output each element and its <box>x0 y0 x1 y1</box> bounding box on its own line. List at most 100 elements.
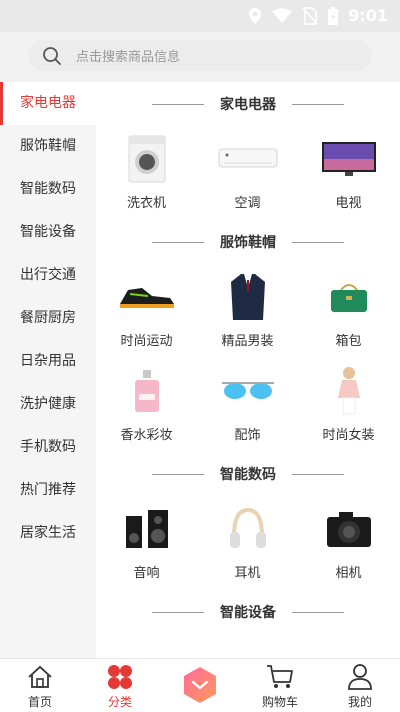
product-label: 箱包 <box>335 334 362 349</box>
product-item[interactable]: 配饰 <box>197 358 298 452</box>
product-label: 时尚女装 <box>322 428 375 443</box>
home-icon <box>28 665 52 688</box>
section-title: 智能设备 <box>96 590 400 634</box>
cart-icon <box>267 665 293 688</box>
product-item[interactable]: 箱包 <box>298 264 399 358</box>
nav-home[interactable]: 首页 <box>10 659 70 712</box>
product-item[interactable]: 洗衣机 <box>96 126 197 220</box>
no-sim-icon <box>302 6 318 25</box>
clock: 9:01 <box>348 6 388 25</box>
perfume-icon <box>134 370 159 412</box>
product-label: 音响 <box>133 566 160 581</box>
section-title-text: 智能设备 <box>220 605 276 621</box>
product-item[interactable]: 空调 <box>197 126 298 220</box>
sidebar-item-appliances[interactable]: 家电电器 <box>0 82 96 125</box>
product-label: 时尚运动 <box>120 334 173 349</box>
center-chevron-icon <box>184 667 216 703</box>
section-title-text: 智能数码 <box>220 467 276 483</box>
sidebar-item-label: 日杂用品 <box>20 353 76 369</box>
battery-charging-icon <box>328 6 339 25</box>
sidebar-item-clothing[interactable]: 服饰鞋帽 <box>0 125 96 168</box>
section-title-text: 家电电器 <box>220 97 276 113</box>
suit-icon <box>230 274 265 320</box>
product-grid: 音响 耳机 相机 <box>96 496 400 590</box>
sidebar-item-hot[interactable]: 热门推荐 <box>0 469 96 512</box>
product-item[interactable]: 电视 <box>298 126 399 220</box>
divider <box>152 241 204 243</box>
product-item[interactable]: 精品男装 <box>197 264 298 358</box>
sidebar-item-label: 智能设备 <box>20 224 76 240</box>
bottom-nav: 首页 分类 购物车 我的 <box>0 658 400 712</box>
nav-category[interactable]: 分类 <box>90 659 150 712</box>
sidebar-item-label: 热门推荐 <box>20 482 76 498</box>
washing-machine-icon <box>128 135 165 183</box>
wifi-icon <box>272 7 293 23</box>
nav-label: 购物车 <box>261 695 298 709</box>
divider <box>152 611 204 613</box>
divider <box>152 103 204 105</box>
section-title: 智能数码 <box>96 452 400 496</box>
product-label: 配饰 <box>234 428 261 443</box>
search-icon <box>43 46 61 65</box>
nav-label: 我的 <box>347 695 372 709</box>
camera-icon <box>326 512 371 547</box>
sidebar-item-daily-goods[interactable]: 日杂用品 <box>0 340 96 383</box>
status-bar: 9:01 <box>0 0 400 32</box>
category-sidebar: 家电电器 服饰鞋帽 智能数码 智能设备 出行交通 餐厨厨房 日杂用品 洗护健康 … <box>0 82 96 658</box>
divider <box>152 473 204 475</box>
divider <box>292 241 344 243</box>
sidebar-item-label: 服饰鞋帽 <box>20 138 76 154</box>
product-item[interactable]: 时尚运动 <box>96 264 197 358</box>
headphones-icon <box>229 507 266 548</box>
air-conditioner-icon <box>218 148 277 168</box>
nav-cart[interactable]: 购物车 <box>250 659 310 712</box>
sidebar-item-home-living[interactable]: 居家生活 <box>0 512 96 555</box>
sunglasses-icon <box>221 382 274 399</box>
product-item[interactable]: 音响 <box>96 496 197 590</box>
sidebar-item-health[interactable]: 洗护健康 <box>0 383 96 426</box>
product-item[interactable]: 时尚女装 <box>298 358 399 452</box>
product-label: 耳机 <box>234 566 261 581</box>
divider <box>292 611 344 613</box>
nav-label: 分类 <box>107 695 132 709</box>
product-label: 相机 <box>335 566 362 581</box>
product-item[interactable]: 相机 <box>298 496 399 590</box>
product-label: 洗衣机 <box>126 196 166 211</box>
speaker-icon <box>125 510 168 548</box>
sneaker-icon <box>119 288 174 308</box>
sidebar-item-label: 出行交通 <box>20 267 76 283</box>
sidebar-item-label: 洗护健康 <box>20 396 76 412</box>
divider <box>292 473 344 475</box>
product-item[interactable]: 耳机 <box>197 496 298 590</box>
search-placeholder[interactable]: 点击搜索商品信息 <box>76 46 180 65</box>
sidebar-item-smart-devices[interactable]: 智能设备 <box>0 211 96 254</box>
product-label: 香水彩妆 <box>120 428 173 443</box>
product-grid: 时尚运动 精品男装 箱包 香水彩妆 配饰 时尚女装 <box>96 264 400 452</box>
sidebar-item-label: 手机数码 <box>20 439 76 455</box>
search-bar[interactable]: 点击搜索商品信息 <box>28 40 372 71</box>
category-content: 家电电器 洗衣机 空调 电视 服饰鞋帽 时尚运动 精品男装 箱包 香水彩妆 配饰… <box>96 82 400 658</box>
section-title-text: 服饰鞋帽 <box>220 235 276 251</box>
sidebar-item-phones[interactable]: 手机数码 <box>0 426 96 469</box>
sidebar-item-label: 家电电器 <box>20 95 76 111</box>
product-item[interactable]: 香水彩妆 <box>96 358 197 452</box>
divider <box>292 103 344 105</box>
sidebar-item-transport[interactable]: 出行交通 <box>0 254 96 297</box>
sidebar-item-smart-digital[interactable]: 智能数码 <box>0 168 96 211</box>
nav-center-button[interactable] <box>180 665 220 705</box>
category-icon <box>108 665 132 689</box>
handbag-icon <box>330 284 367 312</box>
sidebar-item-label: 餐厨厨房 <box>20 310 76 326</box>
sidebar-item-label: 智能数码 <box>20 181 76 197</box>
section-title: 服饰鞋帽 <box>96 220 400 264</box>
location-icon <box>249 7 262 24</box>
product-label: 电视 <box>335 196 362 211</box>
sidebar-item-kitchen[interactable]: 餐厨厨房 <box>0 297 96 340</box>
nav-label: 首页 <box>27 695 52 709</box>
product-label: 精品男装 <box>221 334 274 349</box>
user-icon <box>348 664 372 690</box>
dress-icon <box>337 367 360 415</box>
nav-mine[interactable]: 我的 <box>330 659 390 712</box>
product-label: 空调 <box>234 196 261 211</box>
sidebar-item-label: 居家生活 <box>20 525 76 541</box>
